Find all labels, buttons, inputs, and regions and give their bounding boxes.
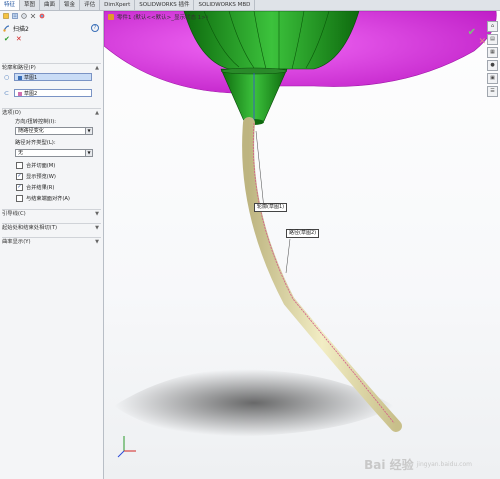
path-callout[interactable]: 路径(草图2) <box>286 229 320 238</box>
design-library-icon[interactable]: ▤ <box>487 34 498 45</box>
options-header-label: 选项(O) <box>2 110 21 116</box>
confirm-corner-ok-icon[interactable]: ✔ <box>468 27 476 38</box>
appearances-icon[interactable]: ● <box>487 60 498 71</box>
property-manager-icon[interactable] <box>12 13 18 19</box>
checkbox-label: 显示预览(W) <box>26 174 56 180</box>
feature-name: 扫描2 <box>13 26 29 33</box>
custom-properties-icon[interactable]: ☰ <box>487 86 498 97</box>
feature-tree-icon[interactable] <box>3 13 9 19</box>
dimxpert-manager-icon[interactable] <box>30 13 36 19</box>
view-palette-icon[interactable]: ▣ <box>487 73 498 84</box>
chevron-up-icon[interactable]: ▲ <box>95 64 99 72</box>
chevron-up-icon[interactable]: ▲ <box>95 109 99 117</box>
home-icon[interactable]: ⌂ <box>487 21 498 32</box>
guide-curves-label: 引导线(C) <box>2 211 26 217</box>
orientation-label: 方向/扭转控制(I): <box>15 119 57 125</box>
file-explorer-icon[interactable]: ▦ <box>487 47 498 58</box>
start-end-tangency-group-header[interactable]: 起始处和结束处相切(T) ▼ <box>2 223 101 232</box>
profile-callout[interactable]: 轮廓(草图1) <box>254 203 288 212</box>
ok-cancel-row: ✔ ✕ <box>4 35 22 43</box>
tab-mbd[interactable]: SOLIDWORKS MBD <box>194 0 256 10</box>
show-preview-checkbox[interactable]: ✓ 显示预览(W) <box>16 173 56 180</box>
tab-features[interactable]: 特征 <box>0 0 21 10</box>
model-canvas[interactable] <box>104 11 500 479</box>
chevron-down-icon[interactable]: ▼ <box>95 224 99 232</box>
path-selection-box[interactable]: 草图2 <box>14 89 92 97</box>
tab-addins[interactable]: SOLIDWORKS 插件 <box>135 0 195 10</box>
feature-title: 扫描2 <box>3 24 29 33</box>
watermark: Bai 经验 jingyan.baidu.com <box>364 456 472 473</box>
merge-result-checkbox[interactable]: ✓ 合并结果(R) <box>16 184 54 191</box>
profile-selection-box[interactable]: 草图1 <box>14 73 92 81</box>
path-value: 草图2 <box>24 91 38 97</box>
property-manager: 扫描2 ? ✔ ✕ 轮廓和路径(P) ▲ ○ 草图1 ⊂ 草图2 选项(O) ▲… <box>0 11 104 479</box>
tab-sheet-metal[interactable]: 钣金 <box>60 0 81 10</box>
checkbox-box[interactable] <box>16 195 23 202</box>
profile-swatch <box>18 75 22 80</box>
profile-value: 草图1 <box>24 75 38 81</box>
curvature-display-group-header[interactable]: 曲率显示(Y) ▼ <box>2 237 101 246</box>
checkbox-label: 合并切面(M) <box>26 163 56 169</box>
watermark-subtext: jingyan.baidu.com <box>416 461 472 468</box>
document-title: 零件1 (默认<<默认>_显示状态 1>) <box>108 13 208 21</box>
checkbox-label: 与结束端面对齐(A) <box>26 196 70 202</box>
profile-path-header-label: 轮廓和路径(P) <box>2 65 36 71</box>
options-group-header[interactable]: 选项(O) ▲ <box>2 108 101 117</box>
orientation-dropdown[interactable]: 随路径变化 ▼ <box>15 127 93 135</box>
align-end-faces-checkbox[interactable]: 与结束端面对齐(A) <box>16 195 70 202</box>
checkbox-checked-icon[interactable]: ✓ <box>16 184 23 191</box>
chevron-down-icon[interactable]: ▼ <box>95 210 99 218</box>
path-align-value: 无 <box>18 150 24 156</box>
profile-selector-icon: ○ <box>4 74 10 81</box>
profile-path-group-header[interactable]: 轮廓和路径(P) ▲ <box>2 63 101 72</box>
sweep-feature-icon <box>3 25 10 32</box>
watermark-text: Bai 经验 <box>364 458 414 472</box>
merge-tangent-faces-checkbox[interactable]: 合并切面(M) <box>16 162 55 169</box>
command-manager-tabs: 特征 草图 曲面 钣金 评估 DimXpert SOLIDWORKS 插件 SO… <box>0 0 500 11</box>
checkbox-box[interactable] <box>16 162 23 169</box>
guide-curves-group-header[interactable]: 引导线(C) ▼ <box>2 209 101 218</box>
part-icon <box>108 14 114 20</box>
curvature-display-label: 曲率显示(Y) <box>2 239 31 245</box>
display-manager-icon[interactable] <box>39 13 45 19</box>
path-callout-leader <box>285 238 291 274</box>
task-pane-tabs: ⌂ ▤ ▦ ● ▣ ☰ <box>487 21 498 97</box>
chevron-down-icon[interactable]: ▼ <box>95 238 99 246</box>
tab-sketch[interactable]: 草图 <box>20 0 41 10</box>
chevron-down-icon[interactable]: ▼ <box>85 150 92 156</box>
start-end-tangency-label: 起始处和结束处相切(T) <box>2 225 58 231</box>
confirm-corner-cancel-icon[interactable]: ✕ <box>478 37 486 47</box>
tab-evaluate[interactable]: 评估 <box>80 0 101 10</box>
help-icon[interactable]: ? <box>91 24 99 32</box>
document-title-text: 零件1 (默认<<默认>_显示状态 1>) <box>117 15 208 21</box>
orientation-value: 随路径变化 <box>18 128 44 134</box>
tab-dimxpert[interactable]: DimXpert <box>100 0 136 10</box>
path-swatch <box>18 91 22 96</box>
checkbox-label: 合并结果(R) <box>26 185 55 191</box>
path-selector-icon: ⊂ <box>4 90 10 97</box>
tab-surfaces[interactable]: 曲面 <box>40 0 61 10</box>
path-align-dropdown[interactable]: 无 ▼ <box>15 149 93 157</box>
chevron-down-icon[interactable]: ▼ <box>85 128 92 134</box>
checkbox-checked-icon[interactable]: ✓ <box>16 173 23 180</box>
cancel-button[interactable]: ✕ <box>16 35 22 43</box>
ok-button[interactable]: ✔ <box>4 35 10 43</box>
manager-icon-row <box>0 11 106 21</box>
config-manager-icon[interactable] <box>21 13 27 19</box>
path-align-label: 路径对齐类型(L): <box>15 140 56 146</box>
graphics-area[interactable]: 零件1 (默认<<默认>_显示状态 1>) ✔ ✕ ⌂ ▤ ▦ ● ▣ ☰ 轮廓… <box>104 11 500 479</box>
coordinate-triad <box>117 436 136 458</box>
